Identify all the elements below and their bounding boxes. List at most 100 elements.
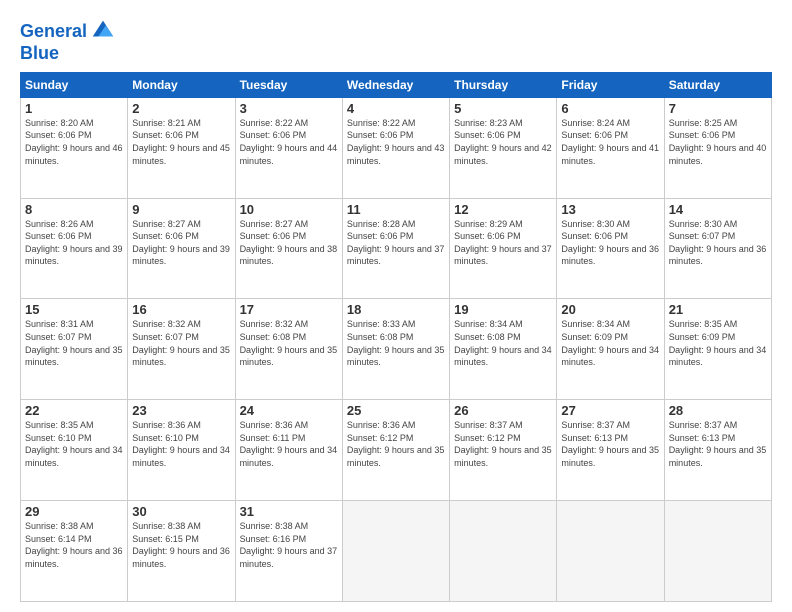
- day-info: Sunrise: 8:32 AM Sunset: 6:07 PM Dayligh…: [132, 318, 230, 368]
- day-number: 6: [561, 101, 659, 116]
- day-info: Sunrise: 8:31 AM Sunset: 6:07 PM Dayligh…: [25, 318, 123, 368]
- day-info: Sunrise: 8:30 AM Sunset: 6:06 PM Dayligh…: [561, 218, 659, 268]
- day-info: Sunrise: 8:27 AM Sunset: 6:06 PM Dayligh…: [240, 218, 338, 268]
- day-number: 9: [132, 202, 230, 217]
- day-info: Sunrise: 8:36 AM Sunset: 6:11 PM Dayligh…: [240, 419, 338, 469]
- weekday-header-row: SundayMondayTuesdayWednesdayThursdayFrid…: [21, 72, 772, 97]
- calendar-cell: 11Sunrise: 8:28 AM Sunset: 6:06 PM Dayli…: [342, 198, 449, 299]
- calendar-cell: 31Sunrise: 8:38 AM Sunset: 6:16 PM Dayli…: [235, 501, 342, 602]
- day-number: 3: [240, 101, 338, 116]
- calendar-cell: 26Sunrise: 8:37 AM Sunset: 6:12 PM Dayli…: [450, 400, 557, 501]
- day-info: Sunrise: 8:26 AM Sunset: 6:06 PM Dayligh…: [25, 218, 123, 268]
- calendar-cell: 15Sunrise: 8:31 AM Sunset: 6:07 PM Dayli…: [21, 299, 128, 400]
- logo-text: General: [20, 22, 87, 42]
- weekday-header-tuesday: Tuesday: [235, 72, 342, 97]
- weekday-header-wednesday: Wednesday: [342, 72, 449, 97]
- day-number: 22: [25, 403, 123, 418]
- weekday-header-friday: Friday: [557, 72, 664, 97]
- calendar-week-4: 22Sunrise: 8:35 AM Sunset: 6:10 PM Dayli…: [21, 400, 772, 501]
- calendar-cell: 25Sunrise: 8:36 AM Sunset: 6:12 PM Dayli…: [342, 400, 449, 501]
- logo-icon: [89, 16, 117, 44]
- day-info: Sunrise: 8:32 AM Sunset: 6:08 PM Dayligh…: [240, 318, 338, 368]
- calendar-cell: 2Sunrise: 8:21 AM Sunset: 6:06 PM Daylig…: [128, 97, 235, 198]
- calendar-cell: 27Sunrise: 8:37 AM Sunset: 6:13 PM Dayli…: [557, 400, 664, 501]
- calendar-cell: [342, 501, 449, 602]
- day-number: 17: [240, 302, 338, 317]
- day-number: 15: [25, 302, 123, 317]
- day-number: 13: [561, 202, 659, 217]
- day-number: 10: [240, 202, 338, 217]
- weekday-header-monday: Monday: [128, 72, 235, 97]
- calendar-cell: 24Sunrise: 8:36 AM Sunset: 6:11 PM Dayli…: [235, 400, 342, 501]
- calendar-cell: 28Sunrise: 8:37 AM Sunset: 6:13 PM Dayli…: [664, 400, 771, 501]
- day-info: Sunrise: 8:37 AM Sunset: 6:12 PM Dayligh…: [454, 419, 552, 469]
- calendar-cell: 7Sunrise: 8:25 AM Sunset: 6:06 PM Daylig…: [664, 97, 771, 198]
- day-number: 21: [669, 302, 767, 317]
- calendar-cell: 8Sunrise: 8:26 AM Sunset: 6:06 PM Daylig…: [21, 198, 128, 299]
- day-number: 18: [347, 302, 445, 317]
- day-number: 23: [132, 403, 230, 418]
- logo: General Blue: [20, 20, 117, 64]
- calendar-cell: 6Sunrise: 8:24 AM Sunset: 6:06 PM Daylig…: [557, 97, 664, 198]
- calendar-cell: 18Sunrise: 8:33 AM Sunset: 6:08 PM Dayli…: [342, 299, 449, 400]
- calendar-cell: 4Sunrise: 8:22 AM Sunset: 6:06 PM Daylig…: [342, 97, 449, 198]
- day-number: 20: [561, 302, 659, 317]
- calendar-cell: 13Sunrise: 8:30 AM Sunset: 6:06 PM Dayli…: [557, 198, 664, 299]
- day-number: 2: [132, 101, 230, 116]
- calendar-cell: 9Sunrise: 8:27 AM Sunset: 6:06 PM Daylig…: [128, 198, 235, 299]
- logo-text-blue: Blue: [20, 44, 117, 64]
- day-number: 7: [669, 101, 767, 116]
- calendar-cell: 19Sunrise: 8:34 AM Sunset: 6:08 PM Dayli…: [450, 299, 557, 400]
- calendar-cell: 20Sunrise: 8:34 AM Sunset: 6:09 PM Dayli…: [557, 299, 664, 400]
- calendar-cell: 17Sunrise: 8:32 AM Sunset: 6:08 PM Dayli…: [235, 299, 342, 400]
- calendar-week-2: 8Sunrise: 8:26 AM Sunset: 6:06 PM Daylig…: [21, 198, 772, 299]
- day-info: Sunrise: 8:20 AM Sunset: 6:06 PM Dayligh…: [25, 117, 123, 167]
- day-info: Sunrise: 8:36 AM Sunset: 6:10 PM Dayligh…: [132, 419, 230, 469]
- day-info: Sunrise: 8:22 AM Sunset: 6:06 PM Dayligh…: [240, 117, 338, 167]
- day-info: Sunrise: 8:37 AM Sunset: 6:13 PM Dayligh…: [669, 419, 767, 469]
- calendar-cell: 3Sunrise: 8:22 AM Sunset: 6:06 PM Daylig…: [235, 97, 342, 198]
- day-info: Sunrise: 8:33 AM Sunset: 6:08 PM Dayligh…: [347, 318, 445, 368]
- calendar-cell: 1Sunrise: 8:20 AM Sunset: 6:06 PM Daylig…: [21, 97, 128, 198]
- day-info: Sunrise: 8:38 AM Sunset: 6:15 PM Dayligh…: [132, 520, 230, 570]
- calendar-table: SundayMondayTuesdayWednesdayThursdayFrid…: [20, 72, 772, 602]
- day-number: 24: [240, 403, 338, 418]
- day-info: Sunrise: 8:21 AM Sunset: 6:06 PM Dayligh…: [132, 117, 230, 167]
- day-number: 27: [561, 403, 659, 418]
- weekday-header-thursday: Thursday: [450, 72, 557, 97]
- calendar-cell: 21Sunrise: 8:35 AM Sunset: 6:09 PM Dayli…: [664, 299, 771, 400]
- calendar-week-5: 29Sunrise: 8:38 AM Sunset: 6:14 PM Dayli…: [21, 501, 772, 602]
- day-number: 11: [347, 202, 445, 217]
- calendar-cell: [557, 501, 664, 602]
- day-info: Sunrise: 8:34 AM Sunset: 6:08 PM Dayligh…: [454, 318, 552, 368]
- day-info: Sunrise: 8:36 AM Sunset: 6:12 PM Dayligh…: [347, 419, 445, 469]
- calendar-cell: 30Sunrise: 8:38 AM Sunset: 6:15 PM Dayli…: [128, 501, 235, 602]
- day-info: Sunrise: 8:29 AM Sunset: 6:06 PM Dayligh…: [454, 218, 552, 268]
- day-number: 14: [669, 202, 767, 217]
- day-info: Sunrise: 8:38 AM Sunset: 6:16 PM Dayligh…: [240, 520, 338, 570]
- calendar-cell: 12Sunrise: 8:29 AM Sunset: 6:06 PM Dayli…: [450, 198, 557, 299]
- day-number: 28: [669, 403, 767, 418]
- calendar-week-3: 15Sunrise: 8:31 AM Sunset: 6:07 PM Dayli…: [21, 299, 772, 400]
- day-info: Sunrise: 8:23 AM Sunset: 6:06 PM Dayligh…: [454, 117, 552, 167]
- day-info: Sunrise: 8:37 AM Sunset: 6:13 PM Dayligh…: [561, 419, 659, 469]
- day-number: 31: [240, 504, 338, 519]
- calendar-cell: 22Sunrise: 8:35 AM Sunset: 6:10 PM Dayli…: [21, 400, 128, 501]
- calendar-cell: 16Sunrise: 8:32 AM Sunset: 6:07 PM Dayli…: [128, 299, 235, 400]
- day-info: Sunrise: 8:25 AM Sunset: 6:06 PM Dayligh…: [669, 117, 767, 167]
- day-info: Sunrise: 8:38 AM Sunset: 6:14 PM Dayligh…: [25, 520, 123, 570]
- calendar-cell: 10Sunrise: 8:27 AM Sunset: 6:06 PM Dayli…: [235, 198, 342, 299]
- day-info: Sunrise: 8:35 AM Sunset: 6:09 PM Dayligh…: [669, 318, 767, 368]
- day-number: 4: [347, 101, 445, 116]
- calendar-cell: [450, 501, 557, 602]
- calendar-cell: [664, 501, 771, 602]
- weekday-header-sunday: Sunday: [21, 72, 128, 97]
- day-number: 1: [25, 101, 123, 116]
- day-info: Sunrise: 8:24 AM Sunset: 6:06 PM Dayligh…: [561, 117, 659, 167]
- calendar-cell: 5Sunrise: 8:23 AM Sunset: 6:06 PM Daylig…: [450, 97, 557, 198]
- day-number: 8: [25, 202, 123, 217]
- day-number: 5: [454, 101, 552, 116]
- page: General Blue SundayMondayTuesdayWednesda…: [0, 0, 792, 612]
- day-info: Sunrise: 8:22 AM Sunset: 6:06 PM Dayligh…: [347, 117, 445, 167]
- header: General Blue: [20, 16, 772, 64]
